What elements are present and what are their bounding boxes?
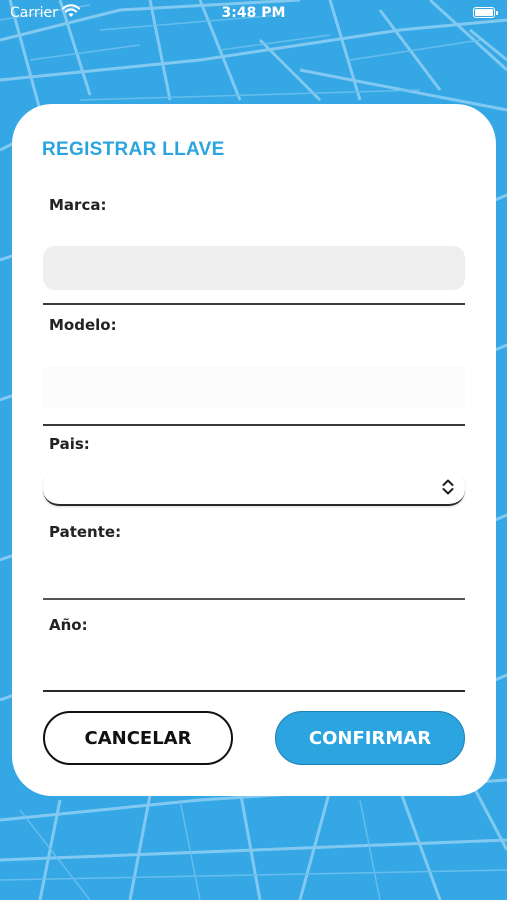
register-key-card: REGISTRAR LLAVE Marca: Modelo: Pais: Pat… (12, 104, 496, 796)
patente-label: Patente: (49, 523, 122, 541)
pais-select[interactable] (43, 470, 465, 506)
marca-input[interactable] (43, 246, 465, 290)
anio-input[interactable] (43, 652, 465, 690)
anio-label: Año: (49, 616, 88, 634)
pais-label: Pais: (49, 435, 90, 453)
status-bar: Carrier 3:48 PM (0, 0, 507, 28)
marca-underline (43, 303, 465, 305)
cancel-button[interactable]: CANCELAR (43, 711, 233, 765)
marca-label: Marca: (49, 196, 107, 214)
status-time: 3:48 PM (221, 5, 286, 21)
patente-underline (43, 598, 465, 600)
modelo-underline (43, 424, 465, 426)
confirm-button[interactable]: CONFIRMAR (275, 711, 465, 765)
battery-icon (473, 7, 498, 18)
modelo-input[interactable] (43, 366, 465, 408)
chevron-up-down-icon (442, 479, 454, 495)
form-title: REGISTRAR LLAVE (42, 139, 225, 160)
patente-input[interactable] (43, 556, 465, 598)
anio-underline (43, 690, 465, 692)
modelo-label: Modelo: (49, 316, 117, 334)
